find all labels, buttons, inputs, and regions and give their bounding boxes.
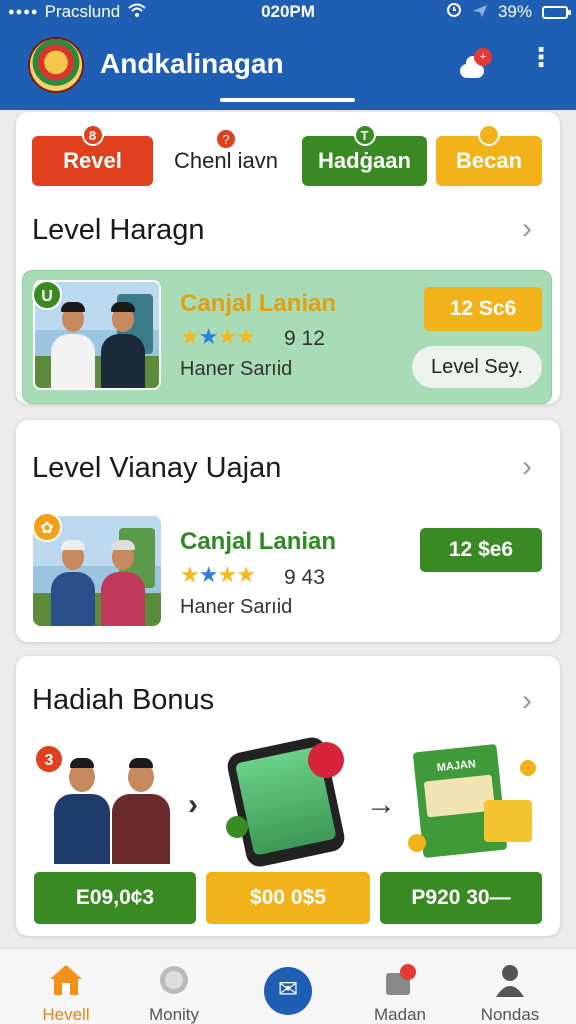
star-rating-icon: ★★★★ <box>180 562 256 587</box>
chip-label: Becan <box>455 148 523 173</box>
coin-icon <box>520 760 536 776</box>
gift-ball-icon <box>308 742 344 778</box>
chip-hadgaan[interactable]: T Hadġaan <box>302 124 427 186</box>
section-title: Hadiah Bonus <box>32 684 215 716</box>
nav-label: Hevell <box>42 1005 90 1024</box>
offer-seller: Haner Sarıid <box>180 358 293 380</box>
notification-badge: + <box>474 48 492 66</box>
chip-badge: ? <box>215 128 237 150</box>
price-button[interactable]: 12 Sc6 <box>424 287 542 331</box>
chip-label: Revel <box>63 148 122 173</box>
gift-icon <box>484 800 532 842</box>
offer-rating: 9 43 <box>284 566 325 589</box>
nav-item-nondas[interactable]: Nondas <box>460 949 560 1024</box>
section-title: Level Vianay Uajan <box>32 452 282 484</box>
star-rating-icon: ★★★★ <box>180 324 256 349</box>
price-button[interactable]: 12 $e6 <box>420 528 542 572</box>
status-bar: ●●●● Pracslund 020PM 39% <box>0 0 576 24</box>
header-tab-indicator <box>220 98 355 102</box>
nav-item-madan[interactable]: Madan <box>350 949 450 1024</box>
chip-becan[interactable]: Becan <box>436 124 542 186</box>
coin-icon <box>408 834 426 852</box>
nav-item-monity[interactable]: Monity <box>124 949 224 1024</box>
nav-label: Madan <box>374 1005 426 1024</box>
cloud-icon <box>460 56 484 78</box>
offer-rating: 9 12 <box>284 327 325 350</box>
chevron-right-icon[interactable]: › <box>522 212 532 246</box>
chevron-right-icon[interactable]: › <box>522 450 532 484</box>
notifications-button[interactable]: + <box>456 48 496 88</box>
wifi-icon <box>128 2 146 22</box>
mail-button[interactable]: ✉ <box>264 967 312 1015</box>
chip-chenl[interactable]: ? Chenl iavn <box>160 128 292 186</box>
coin-icon <box>160 966 188 994</box>
chip-badge: T <box>353 124 376 146</box>
battery-percent: 39% <box>497 2 532 21</box>
more-menu-button[interactable]: ⋮ <box>528 44 554 82</box>
arrow-right-icon: → <box>366 788 396 821</box>
app-title: Andkalinagan <box>100 48 284 79</box>
section-title: Level Haragn <box>32 214 205 246</box>
offer-title: Canjal Lanian <box>180 528 337 555</box>
box-label: MAJAN <box>436 758 477 775</box>
bottom-nav: Hevell Monity ✉ Madan Nondas <box>0 948 576 1024</box>
chip-badge: 8 <box>81 124 104 146</box>
chip-label: Chenl iavn <box>174 148 278 173</box>
signal-icon: ●●●● <box>8 6 39 18</box>
app-bar: Andkalinagan + ⋮ <box>0 24 576 110</box>
carrier-name: Pracslund <box>44 2 121 21</box>
bonus-button[interactable]: E09,0¢3 <box>34 872 196 924</box>
chip-label: Hadġaan <box>318 148 411 173</box>
offer-seller: Haner Sarıid <box>180 596 293 618</box>
bonus-badge: 3 <box>34 744 64 774</box>
chip-badge <box>478 124 500 146</box>
offer-badge: U <box>32 280 62 310</box>
offer-title: Canjal Lanian <box>180 290 337 317</box>
nav-label: Nondas <box>480 1005 540 1024</box>
battery-icon <box>542 5 571 19</box>
chevron-right-icon[interactable]: › <box>522 684 532 718</box>
home-icon <box>50 965 82 995</box>
profile-icon <box>496 965 524 997</box>
gear-badge-icon: ✿ <box>32 512 62 542</box>
bonus-button[interactable]: $00 0$5 <box>206 872 370 924</box>
coin-icon <box>226 816 248 838</box>
chip-revel[interactable]: 8 Revel <box>32 124 153 186</box>
level-button[interactable]: Level Sey. <box>412 346 542 388</box>
inbox-icon <box>386 964 416 995</box>
alarm-icon <box>446 2 462 23</box>
airplane-icon <box>472 2 488 23</box>
bonus-button[interactable]: P920 30— <box>380 872 542 924</box>
nav-item-hevell[interactable]: Hevell <box>16 949 116 1024</box>
nav-label: Monity <box>148 1005 200 1024</box>
app-logo[interactable] <box>28 37 84 93</box>
arrow-right-icon: › <box>188 788 198 821</box>
